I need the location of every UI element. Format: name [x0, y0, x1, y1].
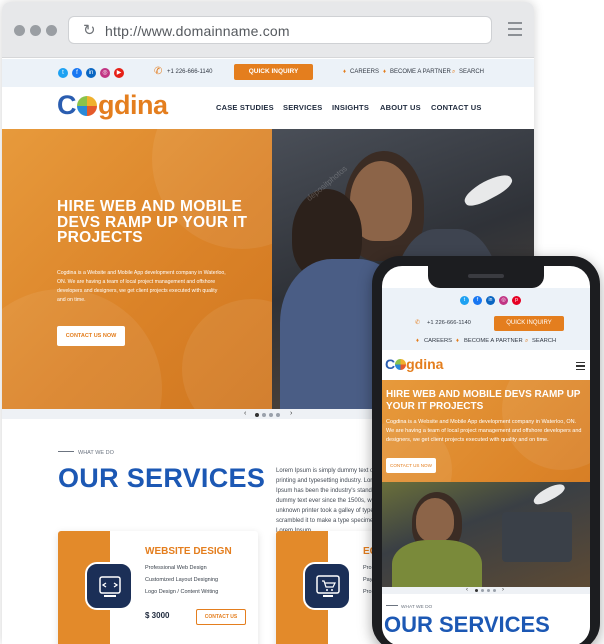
careers-icon: ♦ — [343, 69, 347, 75]
service-feature: Pro — [363, 565, 372, 571]
hero-title: HIRE WEB AND MOBILE DEVS RAMP UP YOUR IT… — [57, 198, 248, 246]
mobile-services-title: OUR SERVICES — [384, 612, 550, 637]
mobile-quick-inquiry-label: QUICK INQUIRY — [506, 320, 552, 326]
partner-icon: ♦ — [383, 69, 387, 75]
phone-icon: ✆ — [415, 320, 420, 326]
window-dot-icon[interactable] — [30, 25, 41, 36]
browser-chrome: ↻ http://www.domainname.com — [2, 2, 534, 58]
quick-inquiry-label: QUICK INQUIRY — [248, 68, 299, 75]
facebook-icon[interactable]: f — [72, 68, 82, 78]
mobile-hero-title: HIRE WEB AND MOBILE DEVS RAMP UP YOUR IT… — [386, 389, 581, 412]
careers-icon: ♦ — [416, 338, 419, 344]
mobile-phone-number[interactable]: +1 226-666-1140 — [427, 320, 471, 326]
mobile-slider-controls: ‹ › — [382, 587, 590, 594]
services-title: OUR SERVICES — [58, 463, 266, 493]
mobile-hero: HIRE WEB AND MOBILE DEVS RAMP UP YOUR IT… — [382, 380, 590, 594]
become-partner-link[interactable]: BECOME A PARTNER — [390, 69, 451, 75]
slider-dot[interactable] — [269, 413, 273, 417]
slider-dot[interactable] — [493, 589, 496, 592]
address-bar[interactable]: ↻ http://www.domainname.com — [68, 16, 492, 44]
careers-link[interactable]: CAREERS — [350, 69, 379, 75]
site-navbar: Cgdina CASE STUDIES SERVICES INSIGHTS AB… — [2, 87, 534, 129]
contact-us-now-button[interactable]: CONTACT US NOW — [57, 326, 125, 346]
twitter-icon[interactable]: t — [460, 296, 469, 305]
phone-icon: ✆ — [154, 66, 163, 77]
youtube-icon[interactable]: ▶ — [114, 68, 124, 78]
linkedin-icon[interactable]: in — [86, 68, 96, 78]
instagram-icon[interactable]: ◎ — [100, 68, 110, 78]
search-icon[interactable]: ⌕ — [525, 338, 528, 345]
mockup-stage: ↻ http://www.domainname.com t f in ◎ ▶ ✆… — [0, 0, 604, 644]
mobile-become-partner-link[interactable]: BECOME A PARTNER — [464, 338, 523, 344]
phone-number[interactable]: +1 226-666-1140 — [167, 69, 212, 75]
slider-prev-icon[interactable]: ‹ — [244, 410, 246, 417]
service-feature: Professional Web Design — [145, 565, 207, 571]
pinterest-icon[interactable]: p — [512, 296, 521, 305]
slider-dot[interactable] — [255, 413, 259, 417]
window-dot-icon[interactable] — [46, 25, 57, 36]
service-contact-button[interactable]: CONTACT US — [196, 609, 246, 625]
linkedin-icon[interactable]: in — [486, 296, 495, 305]
slider-dot[interactable] — [481, 589, 484, 592]
instagram-icon[interactable]: ◎ — [499, 296, 508, 305]
nav-about-us[interactable]: ABOUT US — [380, 103, 421, 112]
service-contact-label: CONTACT US — [204, 614, 238, 620]
service-card-title: WEBSITE DESIGN — [145, 546, 232, 557]
mobile-search-link[interactable]: SEARCH — [532, 338, 556, 344]
mobile-screen: t f in ◎ p ✆ +1 226-666-1140 QUICK INQUI… — [382, 266, 590, 644]
slider-dot[interactable] — [276, 413, 280, 417]
mobile-phone-frame: t f in ◎ p ✆ +1 226-666-1140 QUICK INQUI… — [372, 256, 600, 644]
mobile-menu-icon[interactable] — [576, 362, 585, 372]
window-dot-icon[interactable] — [14, 25, 25, 36]
service-card-website-design: WEBSITE DESIGN Professional Web Design C… — [58, 531, 258, 644]
cogdina-logo[interactable]: Cgdina — [57, 90, 168, 121]
site-topbar: t f in ◎ ▶ ✆ +1 226-666-1140 QUICK INQUI… — [2, 59, 534, 87]
mobile-topbar: t f in ◎ p ✆ +1 226-666-1140 QUICK INQUI… — [382, 288, 590, 350]
url-text[interactable]: http://www.domainname.com — [105, 23, 290, 39]
browser-menu-icon[interactable] — [508, 22, 522, 40]
phone-notch — [428, 266, 544, 288]
service-price: $ 3000 — [145, 611, 170, 620]
services-eyebrow: WHAT WE DO — [58, 450, 114, 456]
slider-prev-icon[interactable]: ‹ — [466, 587, 468, 593]
service-feature: Pro — [363, 589, 372, 595]
nav-insights[interactable]: INSIGHTS — [332, 103, 369, 112]
slider-dot[interactable] — [475, 589, 478, 592]
mobile-hero-description: Cogdina is a Website and Mobile App deve… — [386, 419, 582, 443]
monitor — [502, 512, 572, 562]
desk-lamp — [460, 169, 516, 211]
service-feature: Customized Layout Designing — [145, 577, 219, 583]
mobile-services-eyebrow: WHAT WE DO — [386, 605, 432, 610]
twitter-icon[interactable]: t — [58, 68, 68, 78]
mobile-hero-photo — [382, 480, 590, 594]
web-design-icon — [85, 562, 133, 610]
mobile-contact-us-now-button[interactable]: CONTACT US NOW — [386, 458, 436, 473]
contact-us-now-label: CONTACT US NOW — [65, 333, 117, 339]
service-feature: Logo Design / Content Writing — [145, 589, 219, 595]
hero-description: Cogdina is a Website and Mobile App deve… — [57, 270, 226, 303]
nav-contact-us[interactable]: CONTACT US — [431, 103, 482, 112]
nav-case-studies[interactable]: CASE STUDIES — [216, 103, 274, 112]
quick-inquiry-button[interactable]: QUICK INQUIRY — [234, 64, 313, 80]
facebook-icon[interactable]: f — [473, 296, 482, 305]
mobile-contact-us-now-label: CONTACT US NOW — [390, 463, 432, 468]
slider-next-icon[interactable]: › — [290, 410, 292, 417]
desk-lamp — [531, 480, 567, 508]
mobile-services-section: WHAT WE DO OUR SERVICES — [382, 594, 590, 644]
slider-dot[interactable] — [262, 413, 266, 417]
ecommerce-cart-icon — [303, 562, 351, 610]
cogdina-logo[interactable]: Cgdina — [385, 356, 443, 372]
mobile-quick-inquiry-button[interactable]: QUICK INQUIRY — [494, 316, 564, 331]
slider-dot[interactable] — [487, 589, 490, 592]
mobile-careers-link[interactable]: CAREERS — [424, 338, 452, 344]
search-link[interactable]: SEARCH — [459, 69, 484, 75]
mobile-navbar: Cgdina — [382, 350, 590, 380]
search-icon[interactable]: ⌕ — [452, 69, 455, 76]
slider-next-icon[interactable]: › — [502, 587, 504, 593]
reload-icon[interactable]: ↻ — [83, 23, 96, 38]
nav-services[interactable]: SERVICES — [283, 103, 322, 112]
partner-icon: ♦ — [456, 338, 459, 344]
